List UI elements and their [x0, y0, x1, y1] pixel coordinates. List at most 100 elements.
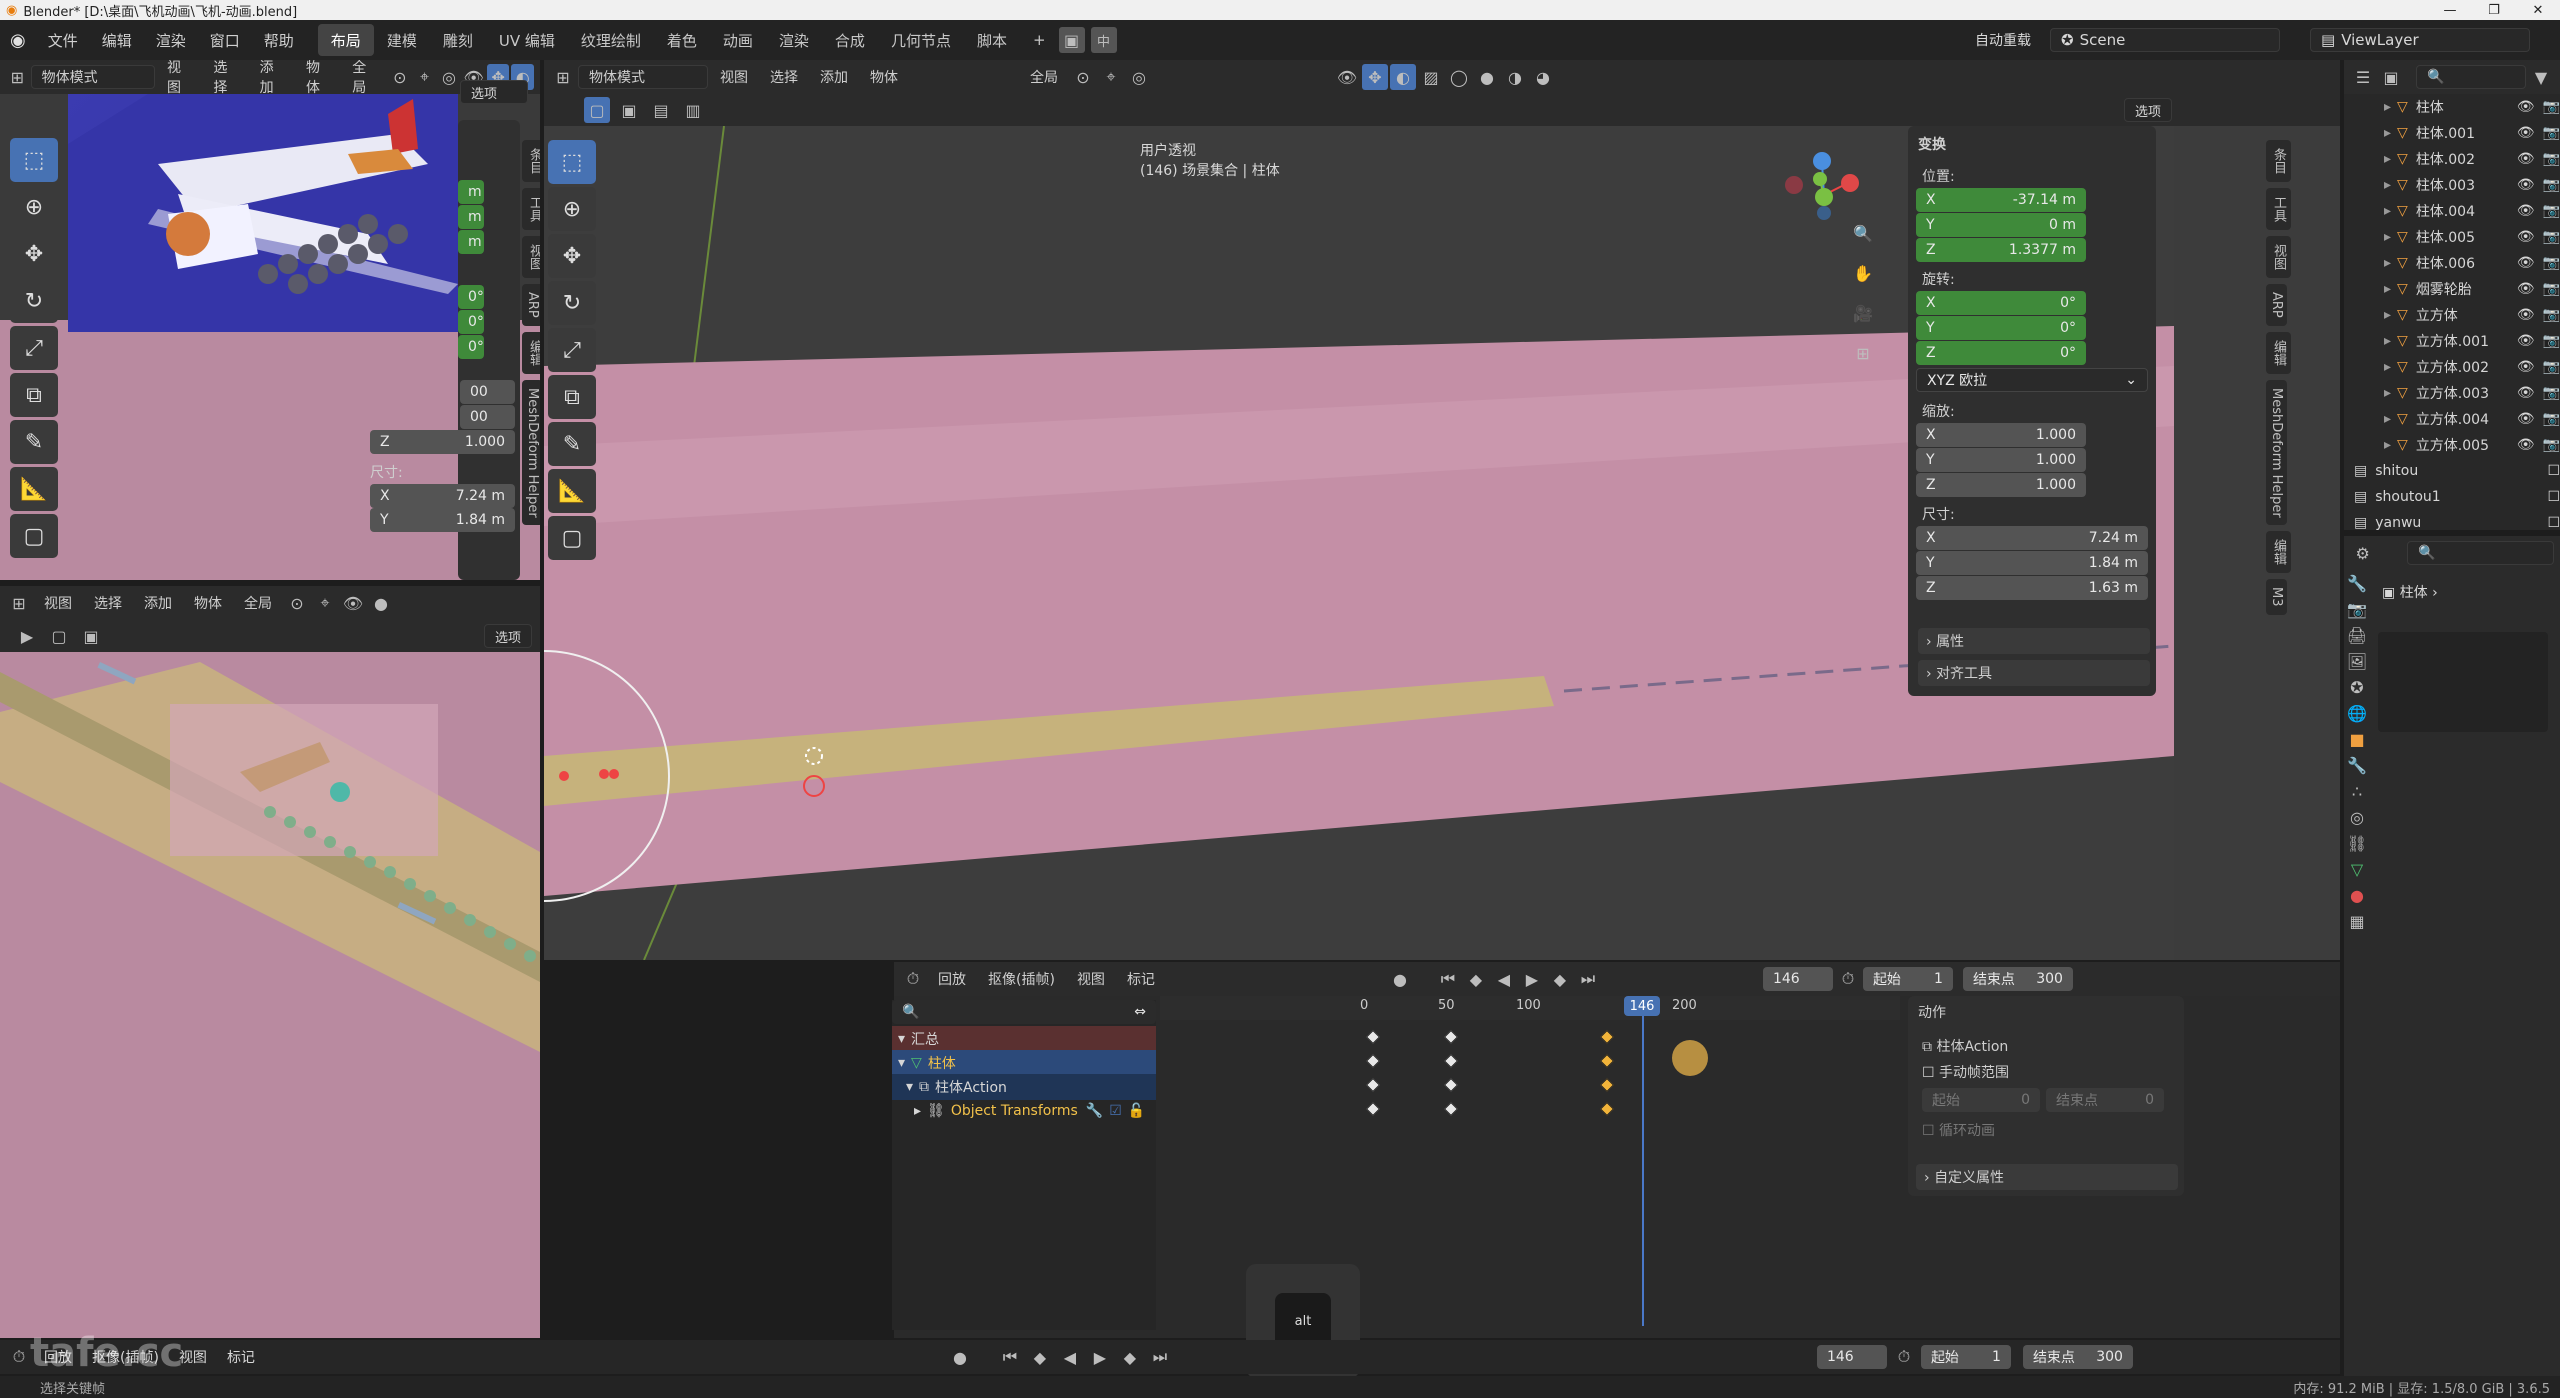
menu-add[interactable]: 添加: [250, 60, 294, 97]
camera-render-icon[interactable]: 📷: [2543, 333, 2560, 349]
left-dim-x[interactable]: X 7.24 m: [370, 484, 515, 508]
tab-view[interactable]: 视图: [2266, 236, 2291, 278]
object-icon[interactable]: ■: [2344, 726, 2370, 752]
next-key-icon[interactable]: ◆: [1117, 1344, 1143, 1370]
annotate-tool[interactable]: ✎: [548, 422, 596, 466]
eye-icon[interactable]: 👁: [2517, 437, 2535, 453]
eye-icon[interactable]: 👁: [2517, 151, 2535, 167]
camera-icon[interactable]: 🎥: [1850, 300, 1876, 326]
left-dim-y[interactable]: Y 1.84 m: [370, 508, 515, 532]
blender-menu-icon[interactable]: ◉: [0, 30, 36, 51]
outliner-collection[interactable]: ▤ shitou ☐: [2354, 458, 2560, 484]
keyframe[interactable]: [1599, 1053, 1615, 1069]
camera-render-icon[interactable]: 📷: [2543, 99, 2560, 115]
minimize-icon[interactable]: —: [2428, 0, 2472, 20]
bottom-start-field[interactable]: 起始 1: [1920, 1345, 2011, 1369]
tab-edit-2[interactable]: 编辑: [2266, 531, 2291, 574]
tab-layout[interactable]: 布局: [317, 24, 374, 56]
outliner-item[interactable]: ▸ ▽ 柱体.002 👁 📷: [2384, 146, 2560, 172]
camera-render-icon[interactable]: 📷: [2543, 437, 2560, 453]
tab-shading[interactable]: 着色: [654, 24, 710, 56]
pivot-icon[interactable]: ⊙: [1070, 64, 1096, 90]
scale-tool[interactable]: ⤢: [10, 326, 58, 370]
menu-file[interactable]: 文件: [36, 30, 90, 51]
menu-add[interactable]: 添加: [810, 67, 858, 87]
menu-help[interactable]: 帮助: [252, 30, 306, 51]
outliner-item[interactable]: ▸ ▽ 柱体.006 👁 📷: [2384, 250, 2560, 276]
data-icon[interactable]: ▽: [2344, 856, 2370, 882]
select-mode-icon[interactable]: ▶: [14, 623, 40, 649]
eye-icon[interactable]: 👁: [2517, 99, 2535, 115]
keyframe[interactable]: [1365, 1101, 1381, 1117]
channel-search[interactable]: 🔍 ⇔: [892, 1000, 1156, 1024]
jump-start-icon[interactable]: ⏮: [1435, 966, 1461, 992]
keyframe[interactable]: [1443, 1077, 1459, 1093]
rotate-tool[interactable]: ↻: [548, 281, 596, 325]
outliner-item[interactable]: ▸ ▽ 立方体.003 👁 📷: [2384, 380, 2560, 406]
record-icon[interactable]: ●: [947, 1344, 973, 1370]
select-box-tool[interactable]: ⬚: [548, 140, 596, 184]
tab-tool[interactable]: 工具: [522, 188, 540, 230]
move-tool[interactable]: ✥: [548, 234, 596, 278]
tab-view[interactable]: 视图: [522, 236, 540, 278]
main-viewport[interactable]: ⊞ 物体模式 视图 选择 添加 物体 全局 ⊙ ⌖ ◎ 👁 ✥ ◐ ▨ ◯ ● …: [544, 60, 2340, 960]
dimensions-z-field[interactable]: Z 1.63 m: [1916, 576, 2148, 600]
play-reverse-icon[interactable]: ◀: [1491, 966, 1517, 992]
jump-end-icon[interactable]: ⏭: [1147, 1344, 1173, 1370]
channel-transforms[interactable]: ▸ ⛓ Object Transforms 🔧 ☑ 🔓: [892, 1098, 1156, 1124]
grid-view-icon[interactable]: ⊞: [1850, 340, 1876, 366]
select-invert-icon[interactable]: ▥: [680, 97, 706, 123]
select-new-icon[interactable]: ▢: [46, 623, 72, 649]
select-new-icon[interactable]: ▢: [584, 97, 610, 123]
close-icon[interactable]: ✕: [2516, 0, 2560, 20]
particles-icon[interactable]: ∴: [2344, 778, 2370, 804]
jump-start-icon[interactable]: ⏮: [997, 1344, 1023, 1370]
camera-render-icon[interactable]: 📷: [2543, 177, 2560, 193]
viewlayer-selector[interactable]: ▤ ViewLayer: [2310, 28, 2530, 52]
custom-props-section[interactable]: › 自定义属性: [1916, 1164, 2178, 1190]
select-box-tool[interactable]: ⬚: [10, 138, 58, 182]
properties-section[interactable]: › 属性: [1918, 628, 2150, 654]
menu-playback[interactable]: 回放: [928, 969, 976, 989]
expand-icon[interactable]: ▸: [2384, 411, 2391, 427]
cursor-tool[interactable]: ⊕: [10, 185, 58, 229]
cursor-tool[interactable]: ⊕: [548, 187, 596, 231]
eye-icon[interactable]: 👁: [2517, 203, 2535, 219]
checkbox-icon[interactable]: ☐: [2547, 489, 2560, 505]
transform-tool[interactable]: ⧉: [548, 375, 596, 419]
view-layer-icon[interactable]: 🖼: [2344, 648, 2370, 674]
rot-z-partial[interactable]: 0°: [458, 335, 484, 359]
expand-icon[interactable]: ▸: [2384, 307, 2391, 323]
menu-object[interactable]: 物体: [296, 60, 340, 97]
gizmo-icon[interactable]: ✥: [1362, 64, 1388, 90]
rot-y-partial[interactable]: 0°: [458, 310, 484, 334]
snap-icon[interactable]: ⌖: [1098, 64, 1124, 90]
tab-scripting[interactable]: 脚本: [964, 24, 1020, 56]
dimensions-y-field[interactable]: Y 1.84 m: [1916, 551, 2148, 575]
tab-meshdeform[interactable]: MeshDeform Helper: [522, 379, 540, 526]
camera-render-icon[interactable]: 📷: [2543, 359, 2560, 375]
camera-render-icon[interactable]: 📷: [2543, 203, 2560, 219]
left-top-viewport[interactable]: ⊞ 物体模式 视图 选择 添加 物体 全局 ⊙ ⌖ ◎ 👁 ✥ ◐ ⬚ ⊕ ✥ …: [0, 60, 540, 580]
tab-m3[interactable]: M3: [2266, 579, 2287, 615]
tab-modeling[interactable]: 建模: [374, 24, 430, 56]
checkbox-icon[interactable]: ☐: [2547, 463, 2560, 479]
mode-dropdown-main[interactable]: 物体模式: [578, 65, 708, 89]
options-dropdown[interactable]: 选项: [460, 80, 528, 104]
camera-render-icon[interactable]: 📷: [2543, 125, 2560, 141]
tab-sculpt[interactable]: 雕刻: [430, 24, 486, 56]
eye-icon[interactable]: 👁: [2517, 229, 2535, 245]
options-dropdown-main[interactable]: 选项: [2124, 98, 2173, 122]
physics-icon[interactable]: ◎: [2344, 804, 2370, 830]
expand-icon[interactable]: ▸: [2384, 359, 2391, 375]
transform-orientation[interactable]: 全局: [234, 593, 282, 613]
menu-window[interactable]: 窗口: [198, 30, 252, 51]
action-end-field[interactable]: 结束点 0: [2046, 1088, 2164, 1112]
menu-view[interactable]: 视图: [710, 67, 758, 87]
editor-type-icon[interactable]: ⊞: [6, 64, 29, 90]
output-icon[interactable]: 🖨: [2344, 622, 2370, 648]
prev-key-icon[interactable]: ◆: [1027, 1344, 1053, 1370]
camera-render-icon[interactable]: 📷: [2543, 307, 2560, 323]
eye-icon[interactable]: 👁: [2517, 125, 2535, 141]
visibility-icon[interactable]: 👁: [1334, 64, 1360, 90]
